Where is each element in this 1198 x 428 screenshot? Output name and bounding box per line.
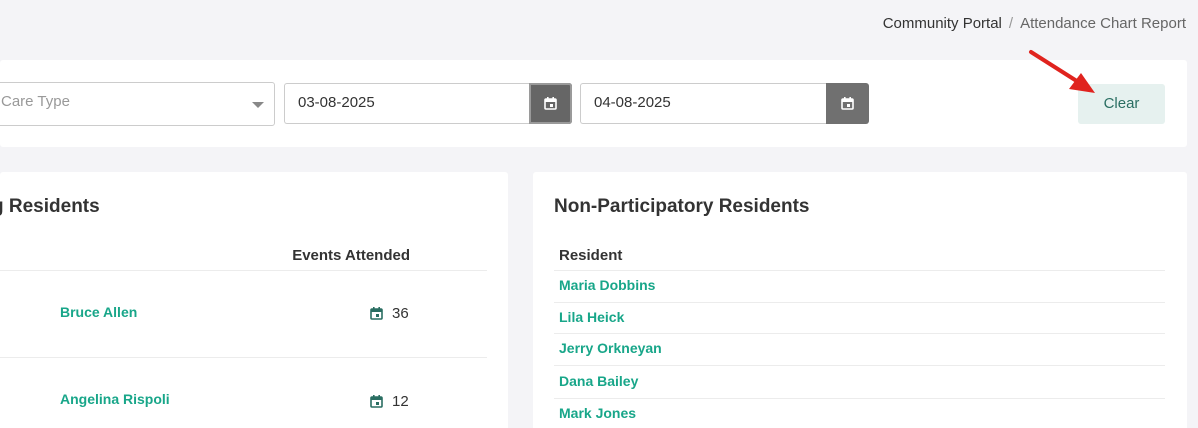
breadcrumb: Community Portal / Attendance Chart Report [883,15,1186,32]
resident-name-link[interactable]: Bruce Allen [60,304,137,320]
breadcrumb-root[interactable]: Community Portal [883,15,1002,32]
event-count-value: 36 [392,305,409,322]
event-count: 36 [370,305,409,322]
non-participatory-residents-card: Non-Participatory Residents Resident Mar… [533,172,1187,428]
calendar-icon [544,97,557,110]
red-arrow-icon [1029,50,1095,93]
resident-name-link[interactable]: Mark Jones [559,405,636,421]
resident-name-link[interactable]: Jerry Orkneyan [559,340,662,356]
divider [0,270,487,271]
calendar-icon [370,307,383,320]
participating-residents-title: g Residents [0,196,100,217]
event-count-value: 12 [392,393,409,410]
end-date-calendar-button[interactable] [826,83,869,124]
attendance-chart-report-page: Community Portal / Attendance Chart Report… [0,0,1198,428]
resident-name-link[interactable]: Dana Bailey [559,373,638,389]
event-count: 12 [370,393,409,410]
filter-panel: Care Type 03-08-2025 04-08-2025 Clear [0,60,1187,147]
calendar-icon [841,97,854,110]
start-date-input[interactable]: 03-08-2025 [284,83,529,124]
start-date-group: 03-08-2025 [284,83,572,124]
divider [554,398,1165,399]
divider [554,302,1165,303]
calendar-icon [370,395,383,408]
end-date-group: 04-08-2025 [580,83,869,124]
chevron-down-icon [252,102,264,108]
care-type-placeholder: Care Type [1,93,70,110]
resident-name-link[interactable]: Angelina Rispoli [60,391,170,407]
resident-name-link[interactable]: Lila Heick [559,309,624,325]
non-participatory-residents-title: Non-Participatory Residents [554,196,810,217]
divider [0,357,487,358]
breadcrumb-current: Attendance Chart Report [1020,15,1186,32]
breadcrumb-separator: / [1008,15,1014,32]
end-date-input[interactable]: 04-08-2025 [580,83,826,124]
start-date-calendar-button[interactable] [529,83,572,124]
participating-residents-card: g Residents Events Attended Bruce Allen … [0,172,508,428]
divider [554,333,1165,334]
divider [554,270,1165,271]
resident-column-header: Resident [559,247,623,264]
care-type-select[interactable]: Care Type [0,82,275,126]
events-attended-header: Events Attended [292,247,410,264]
resident-name-link[interactable]: Maria Dobbins [559,277,655,293]
divider [554,365,1165,366]
